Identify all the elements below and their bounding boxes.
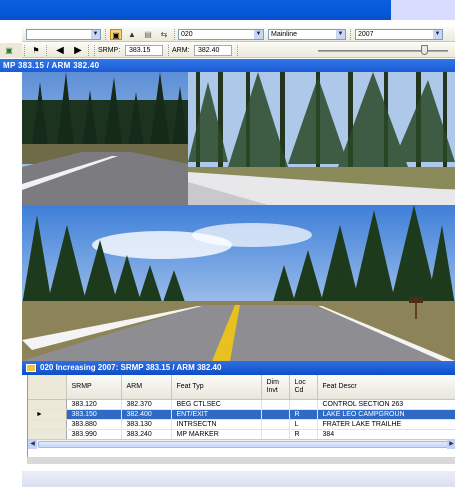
row-header-corner	[28, 375, 67, 400]
toolbar-separator	[237, 45, 238, 56]
cell-feat-typ[interactable]: ENT/EXIT	[171, 409, 262, 420]
cell-feat-typ[interactable]: BEG CTLSEC	[171, 399, 262, 410]
route-value: 020	[181, 31, 193, 38]
cell-dim-invt[interactable]	[261, 409, 290, 420]
cell-feat-descr[interactable]: CONTROL SECTION 263	[317, 399, 455, 410]
column-header-feat-descr[interactable]: Feat Descr	[317, 375, 455, 400]
status-bar	[22, 471, 455, 487]
chevron-down-icon[interactable]: ▼	[91, 30, 100, 39]
scrollbar-thumb[interactable]	[38, 441, 448, 448]
feature-table: SRMP ARM Feat Typ Dim Invt Loc Cd Feat D…	[28, 375, 455, 440]
cell-arm[interactable]: 383.240	[121, 429, 172, 440]
table-row[interactable]: 383.880 383.130 INTRSECTN L FRATER LAKE …	[28, 419, 455, 430]
cell-srmp[interactable]: 383.880	[66, 419, 122, 430]
cell-dim-invt[interactable]	[261, 429, 290, 440]
cell-feat-descr[interactable]: 384	[317, 429, 455, 440]
column-header-loc-cd[interactable]: Loc Cd	[289, 375, 318, 400]
arm-label: ARM:	[172, 47, 190, 54]
table-row[interactable]: 383.990 383.240 MP MARKER R 384	[28, 429, 455, 440]
image-viewer	[22, 72, 455, 361]
roadbed-value: Mainline	[271, 31, 298, 38]
toolbar-top: ▼ ▣ ▲ ▤ ⇆ 020 ▼ Mainline ▼ 2007 ▼	[22, 27, 455, 42]
cell-dim-invt[interactable]	[261, 419, 290, 430]
scroll-left-icon[interactable]: ◀	[28, 440, 37, 449]
cell-loc-cd[interactable]: R	[289, 409, 318, 420]
play-forward-icon[interactable]: ▶	[72, 45, 84, 56]
cell-arm[interactable]: 382.370	[121, 399, 172, 410]
column-header-arm[interactable]: ARM	[121, 375, 172, 400]
column-header-feat-typ[interactable]: Feat Typ	[171, 375, 262, 400]
horizontal-scrollbar[interactable]: ◀ ▶	[28, 439, 455, 449]
chevron-down-icon[interactable]: ▼	[336, 30, 345, 39]
year-select[interactable]: 2007 ▼	[355, 29, 443, 40]
grid-title: 020 Increasing 2007: SRMP 383.15 / ARM 3…	[40, 363, 222, 372]
title-bar	[0, 0, 455, 20]
row-marker[interactable]	[28, 429, 67, 440]
photo-left-view	[22, 72, 188, 205]
feature-grid[interactable]: SRMP ARM Feat Typ Dim Invt Loc Cd Feat D…	[27, 375, 455, 457]
row-marker[interactable]	[28, 399, 67, 410]
print-icon[interactable]: ▤	[142, 29, 154, 40]
cell-loc-cd[interactable]: L	[289, 419, 318, 430]
roadbed-select[interactable]: Mainline ▼	[268, 29, 346, 40]
viewer-title: MP 383.15 / ARM 382.40	[0, 59, 455, 72]
toolbar-left-strip: ▣	[0, 43, 22, 58]
cell-loc-cd[interactable]: R	[289, 429, 318, 440]
cell-arm[interactable]: 382.400	[121, 409, 172, 420]
table-header-row: SRMP ARM Feat Typ Dim Invt Loc Cd Feat D…	[28, 375, 455, 400]
column-header-srmp[interactable]: SRMP	[66, 375, 122, 400]
cell-srmp[interactable]: 383.120	[66, 399, 122, 410]
link-icon[interactable]: ⇆	[158, 29, 170, 40]
toolbar-separator	[105, 29, 106, 40]
row-marker[interactable]	[28, 419, 67, 430]
table-icon	[26, 364, 36, 372]
cell-feat-descr[interactable]: FRATER LAKE TRAILHE	[317, 419, 455, 430]
toolbar-navigation: ⚑ ◀ ▶ SRMP: 383.15 ARM: 382.40	[22, 43, 455, 58]
title-bar-right-area	[391, 0, 455, 20]
column-header-dim-invt[interactable]: Dim Invt	[261, 375, 290, 400]
photo-forward-view	[22, 205, 455, 361]
position-slider[interactable]	[318, 45, 448, 56]
chevron-down-icon[interactable]: ▼	[433, 30, 442, 39]
cell-srmp[interactable]: 383.990	[66, 429, 122, 440]
photo-right-view	[188, 72, 455, 205]
layer-combo[interactable]: ▼	[26, 29, 101, 40]
grid-title-bar: 020 Increasing 2007: SRMP 383.15 / ARM 3…	[22, 361, 455, 375]
table-row-selected[interactable]: ► 383.150 382.400 ENT/EXIT R LAKE LEO CA…	[28, 409, 455, 420]
cell-dim-invt[interactable]	[261, 399, 290, 410]
cell-srmp[interactable]: 383.150	[66, 409, 122, 420]
grid-footer	[27, 457, 455, 464]
bookmark-icon[interactable]: ⚑	[30, 45, 42, 56]
toolbar-separator	[350, 29, 351, 40]
pointer-icon[interactable]: ▲	[126, 29, 138, 40]
cell-feat-typ[interactable]: INTRSECTN	[171, 419, 262, 430]
srmp-label: SRMP:	[98, 47, 121, 54]
cell-feat-descr[interactable]: LAKE LEO CAMPGROUN	[317, 409, 455, 420]
srmp-field[interactable]: 383.15	[125, 45, 163, 56]
cell-feat-typ[interactable]: MP MARKER	[171, 429, 262, 440]
play-backward-icon[interactable]: ◀	[54, 45, 66, 56]
toolbar-separator	[94, 45, 95, 56]
route-select[interactable]: 020 ▼	[178, 29, 264, 40]
slider-thumb[interactable]	[421, 45, 428, 55]
camera-icon[interactable]: ▣	[110, 29, 122, 40]
cell-arm[interactable]: 383.130	[121, 419, 172, 430]
year-value: 2007	[358, 31, 374, 38]
toolbar-separator	[174, 29, 175, 40]
cell-loc-cd[interactable]	[289, 399, 318, 410]
scroll-right-icon[interactable]: ▶	[447, 440, 455, 449]
toolbar-separator	[46, 45, 47, 56]
row-marker[interactable]: ►	[28, 409, 67, 420]
arm-field[interactable]: 382.40	[194, 45, 232, 56]
slider-track	[318, 50, 448, 52]
toolbar-separator	[24, 45, 25, 56]
table-row[interactable]: 383.120 382.370 BEG CTLSEC CONTROL SECTI…	[28, 399, 455, 410]
toolbar-separator	[168, 45, 169, 56]
toolbar-separator	[88, 45, 89, 56]
map-icon[interactable]: ▣	[3, 45, 15, 56]
chevron-down-icon[interactable]: ▼	[254, 30, 263, 39]
